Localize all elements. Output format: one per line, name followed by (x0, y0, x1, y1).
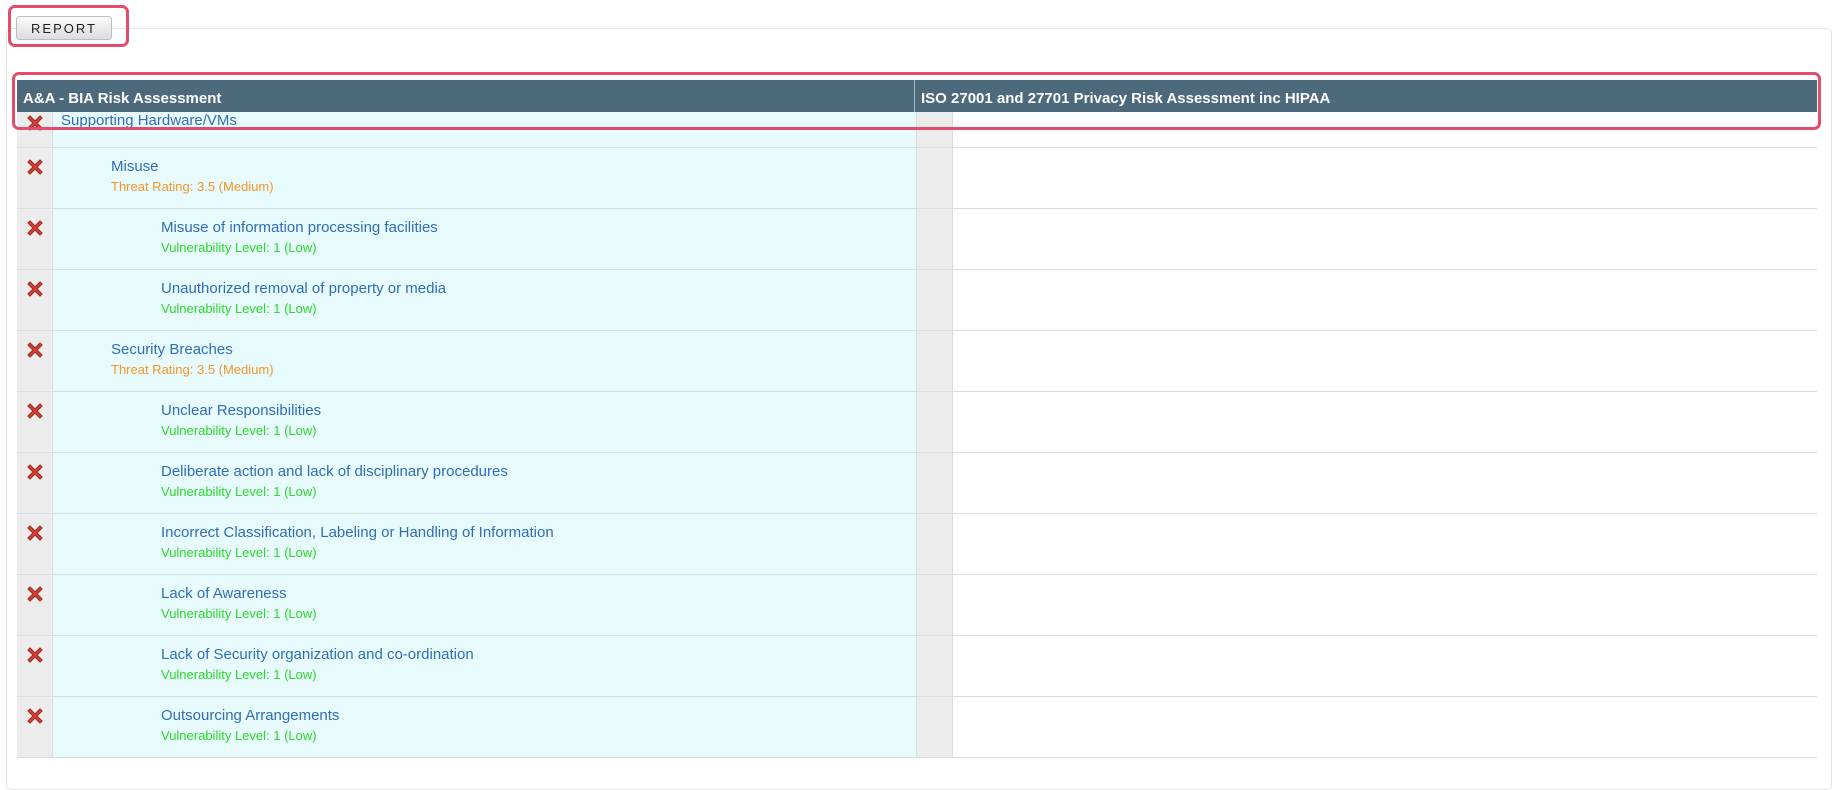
row-action-cell (17, 453, 53, 513)
vulnerability-level: Vulnerability Level: 1 (Low) (161, 240, 317, 255)
row-content: Deliberate action and lack of disciplina… (53, 453, 917, 513)
close-x-icon[interactable] (24, 112, 46, 134)
column-separator-cell (917, 636, 953, 696)
row-action-cell (17, 209, 53, 269)
row-content: Supporting Hardware/VMs (53, 112, 917, 147)
row-content: Misuse of information processing facilit… (53, 209, 917, 269)
vulnerability-level: Vulnerability Level: 1 (Low) (161, 545, 317, 560)
iso-assessment-cell (953, 392, 1817, 452)
row-action-cell (17, 575, 53, 635)
vulnerability-level: Vulnerability Level: 1 (Low) (161, 484, 317, 499)
vulnerability-title-link[interactable]: Misuse of information processing facilit… (161, 219, 916, 237)
row-action-cell (17, 112, 53, 147)
close-x-icon[interactable] (24, 400, 46, 422)
row-action-cell (17, 636, 53, 696)
close-x-icon[interactable] (24, 705, 46, 727)
column-separator-cell (917, 392, 953, 452)
row-action-cell (17, 514, 53, 574)
vulnerability-title-link[interactable]: Deliberate action and lack of disciplina… (161, 463, 916, 481)
iso-assessment-cell (953, 453, 1817, 513)
column-separator-cell (917, 453, 953, 513)
row-content: Outsourcing Arrangements Vulnerability Le… (53, 697, 917, 757)
asset-title-link[interactable]: Supporting Hardware/VMs (61, 112, 916, 130)
table-row: Unauthorized removal of property or medi… (17, 270, 1817, 331)
column-separator-cell (917, 575, 953, 635)
table-row: Security Breaches Threat Rating: 3.5 (Med… (17, 331, 1817, 392)
column-separator-cell (917, 270, 953, 330)
row-action-cell (17, 331, 53, 391)
row-action-cell (17, 270, 53, 330)
threat-rating: Threat Rating: 3.5 (Medium) (111, 362, 274, 377)
vulnerability-title-link[interactable]: Lack of Security organization and co-ord… (161, 646, 916, 664)
vulnerability-title-link[interactable]: Unauthorized removal of property or medi… (161, 280, 916, 298)
table-row: Lack of Awareness Vulnerability Level: 1 … (17, 575, 1817, 636)
iso-assessment-cell (953, 112, 1817, 147)
threat-rating: Threat Rating: 3.5 (Medium) (111, 179, 274, 194)
row-content: Unauthorized removal of property or medi… (53, 270, 917, 330)
grid-rows: Supporting Hardware/VMs Misuse Threat Rati… (17, 112, 1817, 758)
row-action-cell (17, 148, 53, 208)
column-separator-cell (917, 209, 953, 269)
close-x-icon[interactable] (24, 522, 46, 544)
threat-title-link[interactable]: Security Breaches (111, 341, 916, 359)
close-x-icon[interactable] (24, 644, 46, 666)
table-row: Deliberate action and lack of disciplina… (17, 453, 1817, 514)
row-content: Unclear Responsibilities Vulnerability Le… (53, 392, 917, 452)
iso-assessment-cell (953, 514, 1817, 574)
table-row: Lack of Security organization and co-ord… (17, 636, 1817, 697)
close-x-icon[interactable] (24, 461, 46, 483)
iso-assessment-cell (953, 148, 1817, 208)
row-action-cell (17, 697, 53, 757)
table-row: Misuse Threat Rating: 3.5 (Medium) (17, 148, 1817, 209)
vulnerability-title-link[interactable]: Lack of Awareness (161, 585, 916, 603)
vulnerability-level: Vulnerability Level: 1 (Low) (161, 667, 317, 682)
iso-assessment-cell (953, 575, 1817, 635)
table-row: Misuse of information processing facilit… (17, 209, 1817, 270)
table-row: Unclear Responsibilities Vulnerability Le… (17, 392, 1817, 453)
table-row: Incorrect Classification, Labeling or Ha… (17, 514, 1817, 575)
close-x-icon[interactable] (24, 278, 46, 300)
column-separator-cell (917, 148, 953, 208)
vulnerability-level: Vulnerability Level: 1 (Low) (161, 728, 317, 743)
close-x-icon[interactable] (24, 339, 46, 361)
iso-assessment-cell (953, 209, 1817, 269)
threat-title-link[interactable]: Misuse (111, 158, 916, 176)
column-separator-cell (917, 112, 953, 147)
row-content: Incorrect Classification, Labeling or Ha… (53, 514, 917, 574)
iso-assessment-cell (953, 270, 1817, 330)
vulnerability-title-link[interactable]: Outsourcing Arrangements (161, 707, 916, 725)
vulnerability-title-link[interactable]: Unclear Responsibilities (161, 402, 916, 420)
report-tab[interactable]: REPORT (16, 16, 112, 40)
table-row: Supporting Hardware/VMs (17, 112, 1817, 148)
vulnerability-level: Vulnerability Level: 1 (Low) (161, 423, 317, 438)
close-x-icon[interactable] (24, 217, 46, 239)
table-row: Outsourcing Arrangements Vulnerability Le… (17, 697, 1817, 758)
column-separator-cell (917, 697, 953, 757)
iso-assessment-cell (953, 697, 1817, 757)
row-action-cell (17, 392, 53, 452)
vulnerability-title-link[interactable]: Incorrect Classification, Labeling or Ha… (161, 524, 916, 542)
iso-assessment-cell (953, 331, 1817, 391)
vulnerability-level: Vulnerability Level: 1 (Low) (161, 606, 317, 621)
column-header-bia[interactable]: A&A - BIA Risk Assessment (17, 80, 915, 116)
assessment-grid: A&A - BIA Risk Assessment ISO 27001 and … (17, 80, 1817, 770)
column-header-iso[interactable]: ISO 27001 and 27701 Privacy Risk Assessm… (915, 80, 1817, 116)
column-separator-cell (917, 514, 953, 574)
close-x-icon[interactable] (24, 156, 46, 178)
row-content: Lack of Awareness Vulnerability Level: 1 … (53, 575, 917, 635)
row-content: Security Breaches Threat Rating: 3.5 (Med… (53, 331, 917, 391)
column-separator-cell (917, 331, 953, 391)
iso-assessment-cell (953, 636, 1817, 696)
row-content: Lack of Security organization and co-ord… (53, 636, 917, 696)
vulnerability-level: Vulnerability Level: 1 (Low) (161, 301, 317, 316)
close-x-icon[interactable] (24, 583, 46, 605)
row-content: Misuse Threat Rating: 3.5 (Medium) (53, 148, 917, 208)
